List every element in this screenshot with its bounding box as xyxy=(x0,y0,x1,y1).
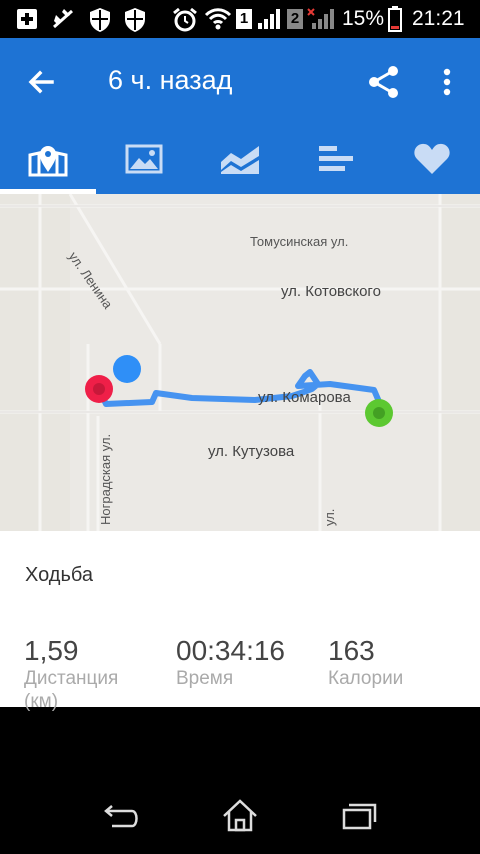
battery-percent: 15% xyxy=(342,7,385,30)
map-view[interactable]: Томусинская ул. ул. Котовского ул. Ленин… xyxy=(0,194,480,531)
home-icon[interactable] xyxy=(216,796,264,836)
status-bar: 1 2 15% 21:21 xyxy=(0,0,480,38)
tab-bar xyxy=(0,124,480,194)
image-icon xyxy=(125,144,163,174)
more-vert-icon[interactable] xyxy=(432,62,462,102)
back-icon[interactable] xyxy=(98,796,146,836)
bars-icon xyxy=(319,146,353,171)
activity-type: Ходьба xyxy=(25,564,94,586)
distance-unit: (км) xyxy=(24,691,59,712)
street-label: ул. Комарова xyxy=(258,389,351,406)
duration-value: 00:34:16 xyxy=(176,635,285,666)
shield-icon xyxy=(90,8,110,32)
recents-icon[interactable] xyxy=(334,796,382,836)
calories-value: 163 xyxy=(328,635,375,666)
page-title: 6 ч. назад xyxy=(108,65,233,95)
tab-splits[interactable] xyxy=(288,124,384,194)
clock: 21:21 xyxy=(412,7,465,30)
sim1-badge: 1 xyxy=(236,9,252,29)
wifi-icon xyxy=(204,8,232,30)
back-arrow-icon[interactable] xyxy=(22,62,62,102)
area-chart-icon xyxy=(221,146,259,174)
current-location-marker xyxy=(113,355,141,383)
no-signal-icon xyxy=(53,9,73,29)
system-nav-bar xyxy=(0,780,480,854)
signal-icon xyxy=(258,9,280,29)
tab-favorite[interactable] xyxy=(384,124,480,194)
plus-box-icon xyxy=(17,9,37,29)
duration-label: Время xyxy=(176,668,234,689)
activity-summary-card: Ходьба 1,59 Дистанция (км) 00:34:16 Врем… xyxy=(0,531,480,712)
share-icon[interactable] xyxy=(364,62,404,102)
street-label: ул. xyxy=(322,508,337,526)
map-pin-icon xyxy=(28,146,68,177)
distance-value: 1,59 xyxy=(24,635,79,666)
distance-label: Дистанция xyxy=(24,668,119,689)
shield-icon xyxy=(125,8,145,32)
street-label: ул. Кутузова xyxy=(208,443,295,460)
tab-map[interactable] xyxy=(0,124,96,194)
app-bar: 6 ч. назад xyxy=(0,38,480,124)
sim2-badge: 2 xyxy=(287,9,303,29)
calories-label: Калории xyxy=(328,668,404,689)
alarm-icon xyxy=(173,7,197,32)
no-signal-icon xyxy=(307,8,334,29)
street-label: ул. Котовского xyxy=(281,283,381,300)
tab-photos[interactable] xyxy=(96,124,192,194)
battery-icon xyxy=(388,6,402,32)
heart-icon xyxy=(414,143,450,174)
map-canvas xyxy=(0,194,480,531)
street-label: Томусинская ул. xyxy=(250,234,349,249)
street-label: Ноградская ул. xyxy=(98,433,113,525)
tab-charts[interactable] xyxy=(192,124,288,194)
